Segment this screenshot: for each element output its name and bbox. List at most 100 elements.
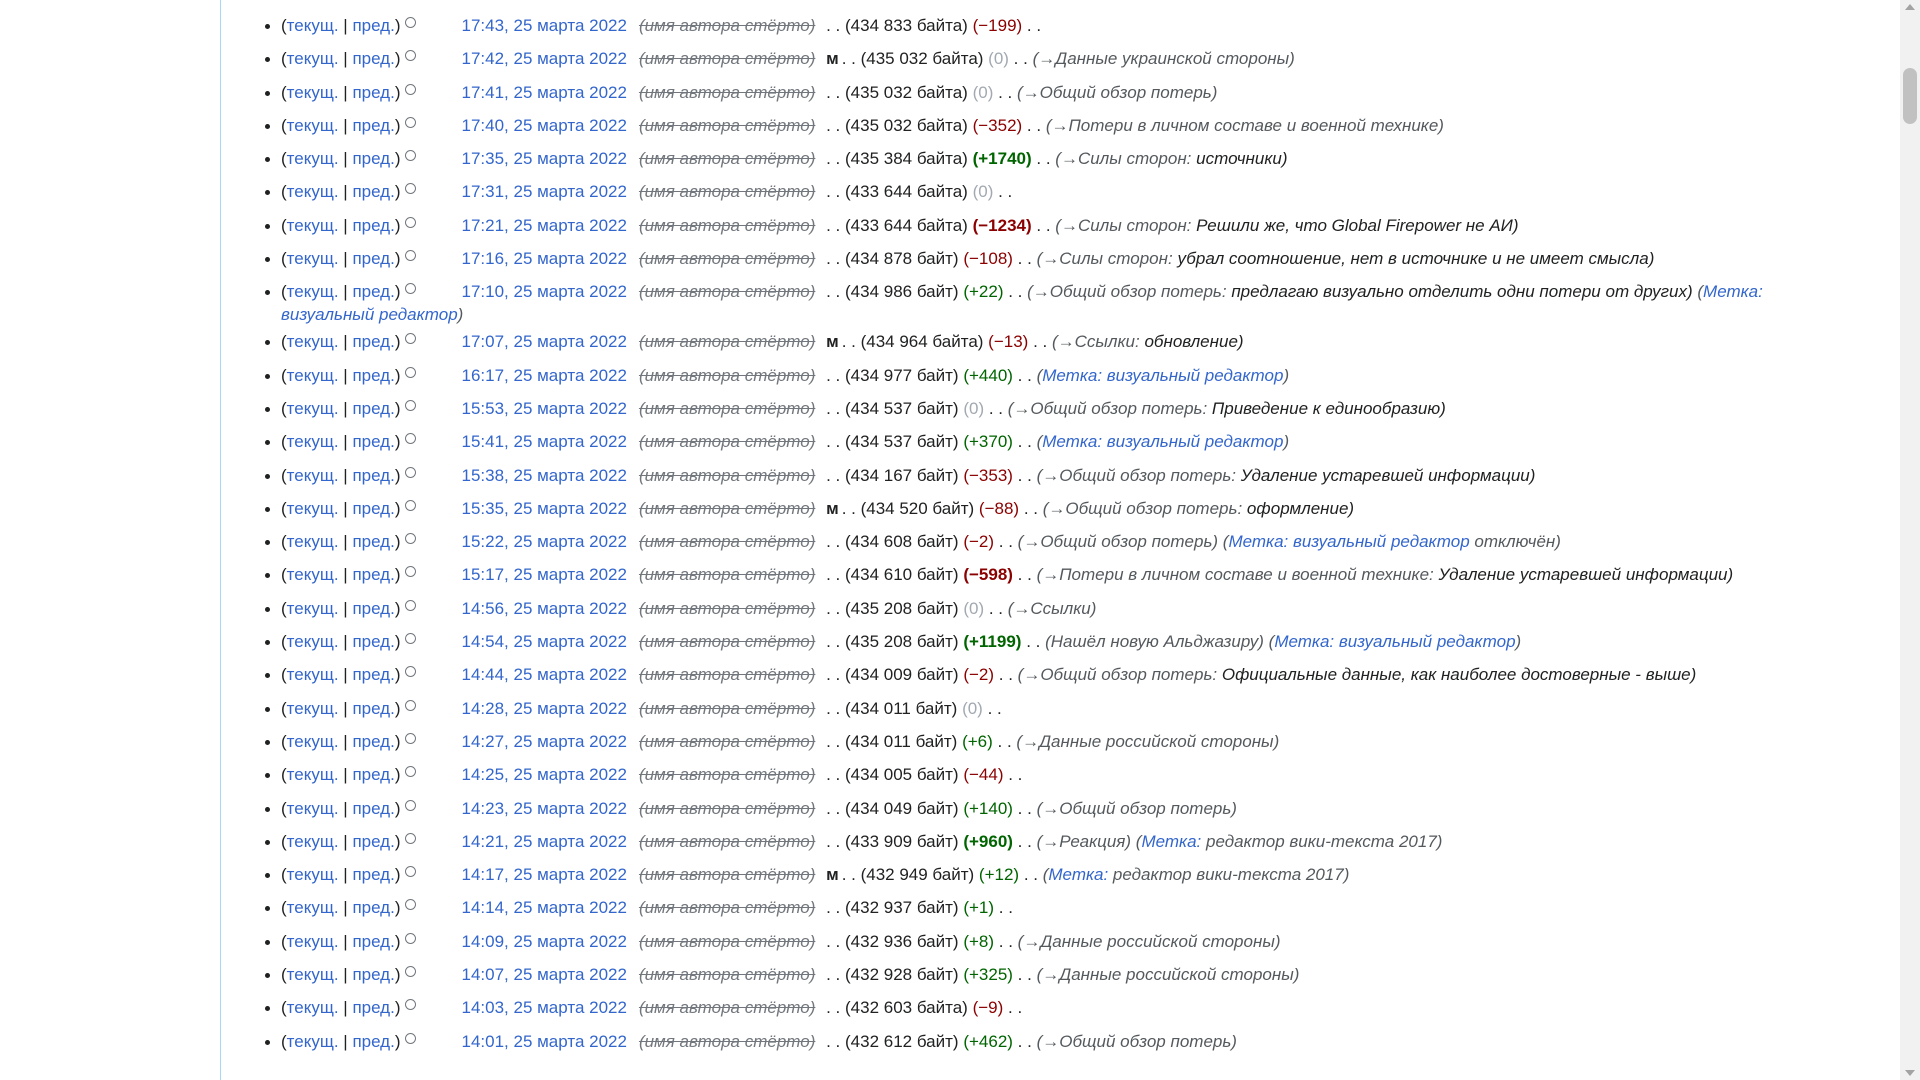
compare-radio-button[interactable] xyxy=(404,50,416,62)
cur-diff-link[interactable]: текущ. xyxy=(287,182,339,201)
revision-timestamp-link[interactable]: 14:14, 25 марта 2022 xyxy=(462,898,627,917)
compare-radio-button[interactable] xyxy=(404,899,416,911)
prev-diff-link[interactable]: пред. xyxy=(352,216,394,235)
prev-diff-link[interactable]: пред. xyxy=(352,799,394,818)
prev-diff-link[interactable]: пред. xyxy=(352,565,394,584)
revision-timestamp-link[interactable]: 17:40, 25 марта 2022 xyxy=(462,116,627,135)
compare-radio-button[interactable] xyxy=(404,766,416,778)
compare-radio-button[interactable] xyxy=(404,1032,416,1044)
revision-timestamp-link[interactable]: 14:56, 25 марта 2022 xyxy=(462,599,627,618)
compare-radio-button[interactable] xyxy=(404,116,416,128)
prev-diff-link[interactable]: пред. xyxy=(352,865,394,884)
revision-timestamp-link[interactable]: 15:53, 25 марта 2022 xyxy=(462,399,627,418)
compare-radio-button[interactable] xyxy=(404,699,416,711)
prev-diff-link[interactable]: пред. xyxy=(352,149,394,168)
compare-radio-button[interactable] xyxy=(404,666,416,678)
compare-radio-button[interactable] xyxy=(404,566,416,578)
cur-diff-link[interactable]: текущ. xyxy=(287,532,339,551)
compare-radio-button[interactable] xyxy=(404,633,416,645)
compare-radio-button[interactable] xyxy=(404,366,416,378)
revision-timestamp-link[interactable]: 14:27, 25 марта 2022 xyxy=(462,732,627,751)
cur-diff-link[interactable]: текущ. xyxy=(287,83,339,102)
revision-timestamp-link[interactable]: 14:09, 25 марта 2022 xyxy=(462,932,627,951)
compare-radio-button[interactable] xyxy=(404,832,416,844)
revision-timestamp-link[interactable]: 17:41, 25 марта 2022 xyxy=(462,83,627,102)
prev-diff-link[interactable]: пред. xyxy=(352,932,394,951)
revision-timestamp-link[interactable]: 17:10, 25 марта 2022 xyxy=(462,282,627,301)
tag-link[interactable]: Метка: визуальный редактор xyxy=(1274,632,1515,651)
cur-diff-link[interactable]: текущ. xyxy=(287,16,339,35)
compare-radio-button[interactable] xyxy=(404,433,416,445)
cur-diff-link[interactable]: текущ. xyxy=(287,832,339,851)
cur-diff-link[interactable]: текущ. xyxy=(287,865,339,884)
revision-timestamp-link[interactable]: 15:38, 25 марта 2022 xyxy=(462,466,627,485)
revision-timestamp-link[interactable]: 17:35, 25 марта 2022 xyxy=(462,149,627,168)
compare-radio-button[interactable] xyxy=(404,599,416,611)
prev-diff-link[interactable]: пред. xyxy=(352,249,394,268)
compare-radio-button[interactable] xyxy=(404,499,416,511)
revision-timestamp-link[interactable]: 16:17, 25 марта 2022 xyxy=(462,366,627,385)
cur-diff-link[interactable]: текущ. xyxy=(287,965,339,984)
revision-timestamp-link[interactable]: 17:31, 25 марта 2022 xyxy=(462,182,627,201)
prev-diff-link[interactable]: пред. xyxy=(352,366,394,385)
cur-diff-link[interactable]: текущ. xyxy=(287,998,339,1017)
compare-radio-button[interactable] xyxy=(404,183,416,195)
compare-radio-button[interactable] xyxy=(404,333,416,345)
prev-diff-link[interactable]: пред. xyxy=(352,83,394,102)
prev-diff-link[interactable]: пред. xyxy=(352,16,394,35)
cur-diff-link[interactable]: текущ. xyxy=(287,466,339,485)
cur-diff-link[interactable]: текущ. xyxy=(287,932,339,951)
cur-diff-link[interactable]: текущ. xyxy=(287,249,339,268)
cur-diff-link[interactable]: текущ. xyxy=(287,765,339,784)
cur-diff-link[interactable]: текущ. xyxy=(287,332,339,351)
compare-radio-button[interactable] xyxy=(404,283,416,295)
prev-diff-link[interactable]: пред. xyxy=(352,399,394,418)
cur-diff-link[interactable]: текущ. xyxy=(287,432,339,451)
prev-diff-link[interactable]: пред. xyxy=(352,116,394,135)
compare-radio-button[interactable] xyxy=(404,932,416,944)
compare-radio-button[interactable] xyxy=(404,399,416,411)
cur-diff-link[interactable]: текущ. xyxy=(287,599,339,618)
revision-timestamp-link[interactable]: 17:43, 25 марта 2022 xyxy=(462,16,627,35)
cur-diff-link[interactable]: текущ. xyxy=(287,799,339,818)
tag-link[interactable]: Метка: xyxy=(1141,832,1201,851)
prev-diff-link[interactable]: пред. xyxy=(352,665,394,684)
prev-diff-link[interactable]: пред. xyxy=(352,632,394,651)
compare-radio-button[interactable] xyxy=(404,466,416,478)
prev-diff-link[interactable]: пред. xyxy=(352,699,394,718)
cur-diff-link[interactable]: текущ. xyxy=(287,282,339,301)
compare-radio-button[interactable] xyxy=(404,966,416,978)
compare-radio-button[interactable] xyxy=(404,999,416,1011)
revision-timestamp-link[interactable]: 14:07, 25 марта 2022 xyxy=(462,965,627,984)
prev-diff-link[interactable]: пред. xyxy=(352,898,394,917)
compare-radio-button[interactable] xyxy=(404,83,416,95)
revision-timestamp-link[interactable]: 14:01, 25 марта 2022 xyxy=(462,1032,627,1051)
tag-link[interactable]: Метка: xyxy=(1048,865,1108,884)
prev-diff-link[interactable]: пред. xyxy=(352,499,394,518)
cur-diff-link[interactable]: текущ. xyxy=(287,366,339,385)
cur-diff-link[interactable]: текущ. xyxy=(287,565,339,584)
prev-diff-link[interactable]: пред. xyxy=(352,182,394,201)
prev-diff-link[interactable]: пред. xyxy=(352,998,394,1017)
prev-diff-link[interactable]: пред. xyxy=(352,965,394,984)
prev-diff-link[interactable]: пред. xyxy=(352,832,394,851)
scroll-down-arrow-icon[interactable] xyxy=(1905,1070,1915,1076)
vertical-scrollbar[interactable] xyxy=(1900,0,1920,1080)
revision-timestamp-link[interactable]: 17:21, 25 марта 2022 xyxy=(462,216,627,235)
compare-radio-button[interactable] xyxy=(404,216,416,228)
prev-diff-link[interactable]: пред. xyxy=(352,49,394,68)
compare-radio-button[interactable] xyxy=(404,17,416,28)
cur-diff-link[interactable]: текущ. xyxy=(287,149,339,168)
compare-radio-button[interactable] xyxy=(404,732,416,744)
prev-diff-link[interactable]: пред. xyxy=(352,466,394,485)
compare-radio-button[interactable] xyxy=(404,150,416,162)
cur-diff-link[interactable]: текущ. xyxy=(287,898,339,917)
prev-diff-link[interactable]: пред. xyxy=(352,332,394,351)
prev-diff-link[interactable]: пред. xyxy=(352,765,394,784)
revision-timestamp-link[interactable]: 14:17, 25 марта 2022 xyxy=(462,865,627,884)
cur-diff-link[interactable]: текущ. xyxy=(287,499,339,518)
prev-diff-link[interactable]: пред. xyxy=(352,432,394,451)
compare-radio-button[interactable] xyxy=(404,799,416,811)
cur-diff-link[interactable]: текущ. xyxy=(287,665,339,684)
compare-radio-button[interactable] xyxy=(404,866,416,878)
